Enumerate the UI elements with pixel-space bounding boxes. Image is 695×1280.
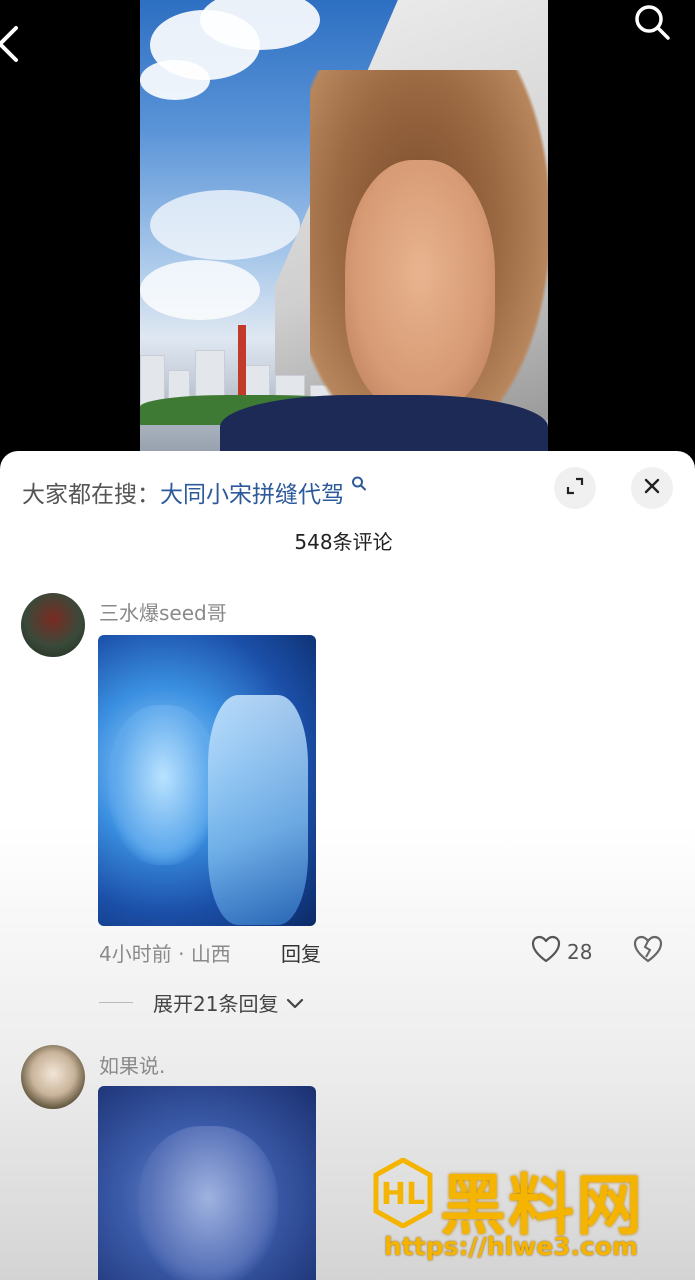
watermark-url: https://hlwe3.com [384, 1232, 639, 1261]
svg-text:HL: HL [381, 1177, 425, 1212]
comment-time: 4小时前 [99, 942, 172, 966]
like-count: 28 [567, 939, 593, 964]
expand-replies-label: 展开21条回复 [153, 992, 279, 1016]
meta-separator: · [178, 942, 185, 966]
comment-username[interactable]: 三水爆seed哥 [99, 597, 227, 626]
divider [99, 1002, 133, 1003]
hot-search-bar[interactable]: 大家都在搜：大同小宋拼缝代驾 [22, 475, 367, 509]
close-button[interactable] [631, 467, 673, 509]
hot-search-keyword[interactable]: 大同小宋拼缝代驾 [160, 482, 344, 508]
small-search-icon [351, 476, 367, 508]
heart-icon [531, 935, 561, 968]
comment-meta: 4小时前 · 山西 [99, 938, 231, 967]
avatar[interactable] [21, 1045, 85, 1109]
watermark-logo-icon: HL [372, 1157, 434, 1232]
comment-location: 山西 [190, 942, 231, 966]
video-player[interactable] [0, 0, 695, 470]
comment-image[interactable] [98, 1086, 316, 1280]
chevron-down-icon [286, 991, 304, 1015]
expand-replies-button[interactable]: 展开21条回复 [99, 988, 304, 1017]
comment-username[interactable]: 如果说. [99, 1050, 165, 1079]
video-frame [140, 0, 548, 470]
search-icon[interactable] [632, 2, 672, 42]
like-button[interactable]: 28 [531, 935, 592, 968]
expand-icon [565, 476, 585, 500]
avatar[interactable] [21, 593, 85, 657]
expand-fullscreen-button[interactable] [554, 467, 596, 509]
close-icon [643, 477, 661, 499]
back-arrow-icon[interactable] [0, 22, 24, 66]
comment-count: 548条评论 [294, 530, 393, 554]
hot-search-prefix: 大家都在搜： [22, 482, 160, 508]
reply-button[interactable]: 回复 [281, 938, 321, 967]
comment-image[interactable] [98, 635, 316, 926]
broken-heart-icon[interactable] [633, 935, 663, 967]
